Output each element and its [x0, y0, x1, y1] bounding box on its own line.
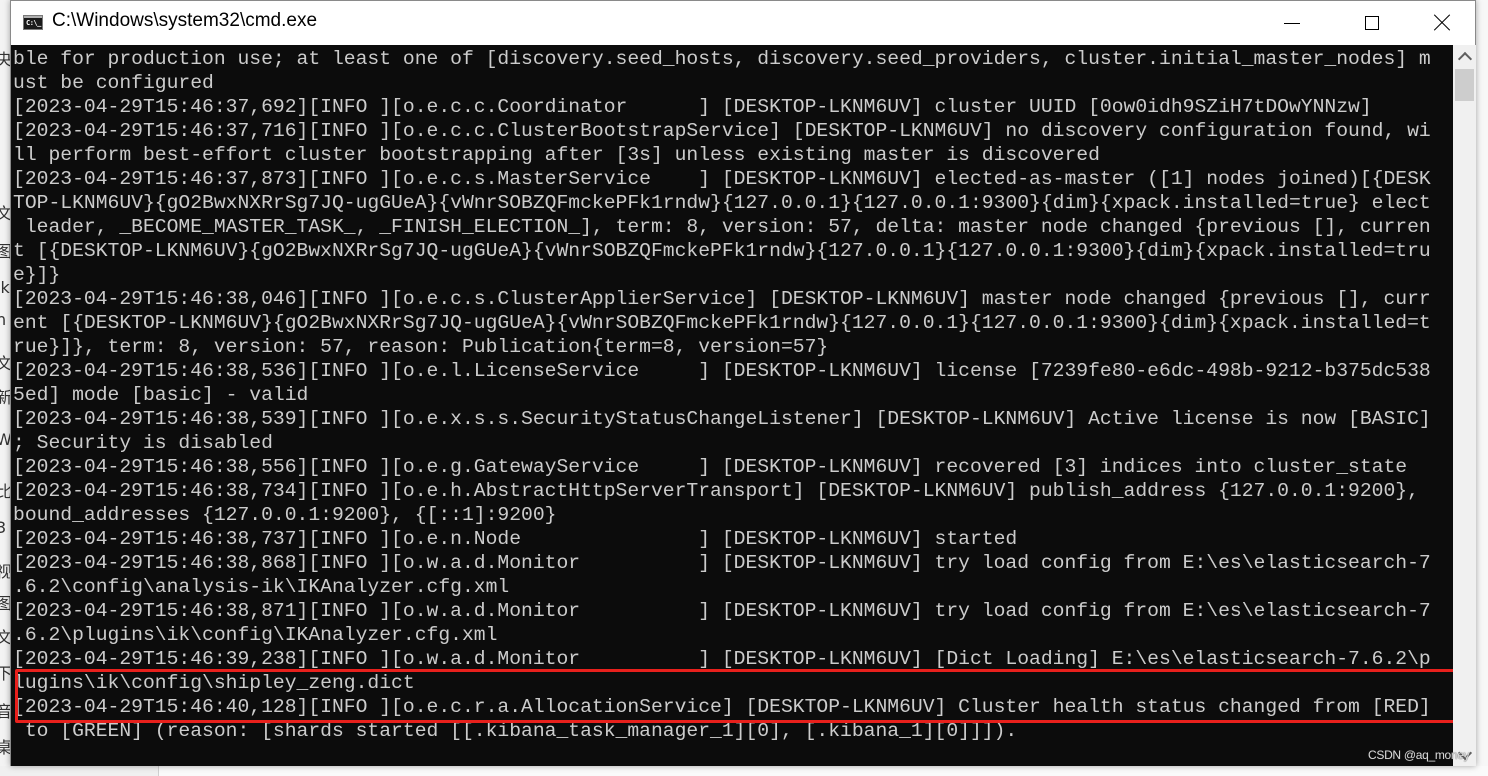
console-line: [2023-04-29T15:46:38,536][INFO ][o.e.l.L… — [13, 360, 1431, 382]
console-line: bound_addresses {127.0.0.1:9200}, {[::1]… — [13, 504, 557, 526]
background-sidebar-char: 桌 — [0, 738, 10, 757]
console-line: [2023-04-29T15:46:37,716][INFO ][o.e.c.c… — [13, 120, 1431, 142]
console-line: .6.2\plugins\ik\config\IKAnalyzer.cfg.xm… — [13, 624, 498, 646]
background-sidebar-char: 音 — [0, 702, 10, 721]
console-output[interactable]: ble for production use; at least one of … — [11, 45, 1453, 766]
console-line: ust be configured — [13, 72, 214, 94]
console-line: [2023-04-29T15:46:37,692][INFO ][o.e.c.c… — [13, 96, 1372, 118]
background-sidebar-char: 文 — [0, 354, 10, 373]
console-line: ble for production use; at least one of … — [13, 48, 1431, 70]
background-sidebar-char: 3 — [0, 518, 7, 537]
console-line: [2023-04-29T15:46:38,046][INFO ][o.e.c.s… — [13, 288, 1431, 310]
console-line: [2023-04-29T15:46:38,737][INFO ][o.e.n.N… — [13, 528, 1018, 550]
console-line: ll perform best-effort cluster bootstrap… — [13, 144, 1100, 166]
background-sidebar-char: 图 — [0, 242, 10, 261]
background-sidebar-char: Wi — [0, 430, 10, 449]
close-icon — [1433, 14, 1451, 32]
cmd-icon: C:\_ — [23, 15, 43, 30]
minimize-icon — [1284, 22, 1300, 24]
scroll-up-button[interactable] — [1453, 45, 1476, 67]
background-sidebar-labels: 央文图ikn文新Wi比3视图文下音桌 — [0, 0, 10, 776]
console-line: [2023-04-29T15:46:38,734][INFO ][o.e.h.A… — [13, 480, 1419, 502]
console-line: [2023-04-29T15:46:37,873][INFO ][o.e.c.s… — [13, 168, 1431, 190]
console-line: [2023-04-29T15:46:38,871][INFO ][o.w.a.d… — [13, 600, 1431, 622]
background-explorer-file-list — [0, 766, 1488, 776]
background-sidebar-char: 文 — [0, 204, 10, 223]
console-line: e}]} — [13, 264, 61, 286]
scroll-up-arrow-icon — [1457, 51, 1472, 66]
title-bar[interactable]: C:\_ C:\Windows\system32\cmd.exe — [11, 1, 1475, 45]
console-line: rue}]}, term: 8, version: 57, reason: Pu… — [13, 336, 829, 358]
cmd-icon-text: C:\_ — [26, 19, 41, 27]
console-line: t [{DESKTOP-LKNM6UV}{gO2BwxNXRrSg7JQ-ugG… — [13, 240, 1431, 262]
console-line: [2023-04-29T15:46:38,868][INFO ][o.w.a.d… — [13, 552, 1431, 574]
console-line: [2023-04-29T15:46:38,539][INFO ][o.e.x.s… — [13, 408, 1431, 430]
background-sidebar-char: 视 — [0, 562, 10, 581]
window-title: C:\Windows\system32\cmd.exe — [52, 10, 318, 31]
scrollbar-thumb[interactable] — [1455, 69, 1474, 101]
background-sidebar-char: n — [0, 310, 7, 329]
console-line: [2023-04-29T15:46:38,556][INFO ][o.e.g.G… — [13, 456, 1408, 478]
background-sidebar-char: 下 — [0, 664, 10, 683]
background-explorer-edge — [1476, 0, 1488, 776]
console-line: ent [{DESKTOP-LKNM6UV}{gO2BwxNXRrSg7JQ-u… — [13, 312, 1431, 334]
background-sidebar-char: 文 — [0, 628, 10, 647]
watermark: CSDN @aq_money — [1368, 748, 1470, 762]
highlight-box — [15, 669, 1453, 723]
console-line: [2023-04-29T15:46:39,238][INFO ][o.w.a.d… — [13, 648, 1431, 670]
close-button[interactable] — [1419, 1, 1465, 45]
console-line: ; Security is disabled — [13, 432, 273, 454]
background-sidebar-char: 比 — [0, 482, 10, 501]
minimize-button[interactable] — [1269, 1, 1315, 45]
cmd-window[interactable]: C:\_ C:\Windows\system32\cmd.exe ble for… — [10, 0, 1476, 766]
background-file-pane — [158, 766, 1488, 776]
console-line: .6.2\config\analysis-ik\IKAnalyzer.cfg.x… — [13, 576, 510, 598]
maximize-icon — [1365, 16, 1379, 30]
console-line: leader, _BECOME_MASTER_TASK_, _FINISH_EL… — [13, 216, 1431, 238]
background-sidebar-char: ik — [0, 278, 10, 297]
maximize-button[interactable] — [1349, 1, 1395, 45]
background-sidebar-char: 图 — [0, 594, 10, 613]
cmd-icon-bar — [24, 16, 42, 18]
console-line: 5ed] mode [basic] - valid — [13, 384, 309, 406]
console-line: TOP-LKNM6UV}{gO2BwxNXRrSg7JQ-ugGUeA}{vWn… — [13, 192, 1431, 214]
background-sidebar-char: 新 — [0, 388, 10, 407]
background-sidebar-char: 央 — [0, 50, 10, 69]
vertical-scrollbar[interactable] — [1453, 45, 1476, 766]
